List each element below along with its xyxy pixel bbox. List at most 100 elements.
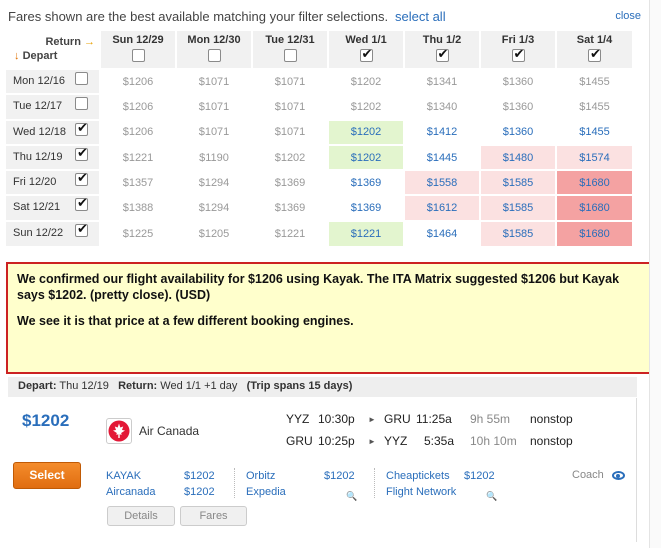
leg-destination: YYZ: [384, 434, 408, 448]
return-date-checkbox[interactable]: [131, 49, 145, 62]
fare-cell[interactable]: $1680: [555, 169, 632, 196]
fare-cell[interactable]: $1202: [327, 93, 404, 120]
fare-cell[interactable]: $1202: [327, 67, 404, 95]
depart-date-checkbox[interactable]: [75, 121, 88, 136]
details-button[interactable]: Details: [107, 506, 175, 526]
fare-cell[interactable]: $1206: [99, 93, 176, 120]
fares-button[interactable]: Fares: [180, 506, 247, 526]
fare-cell[interactable]: $1360: [479, 67, 556, 95]
depart-label: Depart: [22, 50, 58, 62]
fare-cell[interactable]: $1388: [99, 194, 176, 221]
fare-cell[interactable]: $1360: [479, 118, 556, 145]
return-date-column-header: Mon 12/30: [175, 31, 252, 69]
search-icon[interactable]: 🔍: [486, 491, 497, 501]
fare-cell[interactable]: $1680: [555, 194, 632, 221]
provider-cheaptickets-price[interactable]: $1202: [464, 470, 495, 482]
fare-cell[interactable]: $1369: [251, 169, 328, 196]
return-date-label: Fri 1/3: [501, 34, 535, 46]
return-date-label: Wed 1/1: [345, 34, 387, 46]
return-date-checkbox[interactable]: [207, 49, 221, 62]
fare-cell[interactable]: $1558: [403, 169, 480, 196]
return-date-checkbox[interactable]: [511, 47, 525, 62]
return-date-column-header: Sat 1/4: [555, 31, 632, 69]
depart-date-checkbox[interactable]: [75, 146, 88, 161]
fare-cell[interactable]: $1294: [175, 194, 252, 221]
fare-cell[interactable]: $1221: [327, 219, 404, 247]
fare-cell[interactable]: $1202: [327, 143, 404, 171]
return-arrow-icon: →: [84, 36, 95, 48]
return-date-checkbox[interactable]: [588, 47, 601, 62]
close-link[interactable]: close: [615, 10, 641, 22]
provider-kayak[interactable]: KAYAK: [106, 470, 141, 482]
provider-kayak-price[interactable]: $1202: [184, 470, 215, 482]
fare-cell[interactable]: $1455: [555, 118, 632, 145]
select-button[interactable]: Select: [13, 462, 81, 489]
provider-expedia[interactable]: Expedia: [246, 486, 286, 498]
fare-cell[interactable]: $1369: [251, 194, 328, 221]
fare-cell[interactable]: $1202: [251, 143, 328, 171]
provider-orbitz[interactable]: Orbitz: [246, 470, 275, 482]
fare-cell[interactable]: $1071: [251, 118, 328, 145]
provider-aircanada[interactable]: Aircanada: [106, 486, 156, 498]
return-date-label: Thu 1/2: [422, 34, 462, 46]
provider-aircanada-price[interactable]: $1202: [184, 486, 215, 498]
provider-flight-network[interactable]: Flight Network: [386, 486, 456, 498]
depart-date-row-header: Thu 12/19: [6, 143, 100, 171]
fare-cell[interactable]: $1445: [403, 143, 480, 171]
fare-cell[interactable]: $1071: [251, 93, 328, 120]
fare-cell[interactable]: $1071: [251, 67, 328, 95]
matrix-row: Sun 12/22$1225$1205$1221$1221$1464$1585$…: [6, 219, 632, 247]
depart-summary-value: Thu 12/19: [59, 380, 109, 392]
return-date-checkbox[interactable]: [359, 47, 373, 62]
eye-icon[interactable]: [612, 471, 625, 480]
provider-cheaptickets[interactable]: Cheaptickets: [386, 470, 450, 482]
scrollbar[interactable]: [649, 0, 661, 548]
fare-cell[interactable]: $1585: [479, 219, 556, 247]
fare-cell[interactable]: $1225: [99, 219, 176, 247]
fare-cell[interactable]: $1071: [175, 67, 252, 95]
fare-cell[interactable]: $1340: [403, 93, 480, 120]
fare-cell[interactable]: $1464: [403, 219, 480, 247]
return-date-checkbox[interactable]: [435, 47, 449, 62]
fare-cell[interactable]: $1357: [99, 169, 176, 196]
fare-cell[interactable]: $1574: [555, 143, 632, 171]
fare-cell[interactable]: $1190: [175, 143, 252, 171]
fare-cell[interactable]: $1206: [99, 67, 176, 95]
depart-date-checkbox[interactable]: [75, 72, 88, 85]
fare-cell[interactable]: $1612: [403, 194, 480, 221]
fare-cell[interactable]: $1341: [403, 67, 480, 95]
depart-date-label: Sun 12/22: [13, 226, 64, 239]
fare-cell[interactable]: $1412: [403, 118, 480, 145]
depart-date-row-header: Mon 12/16: [6, 67, 100, 95]
fare-cell[interactable]: $1294: [175, 169, 252, 196]
return-date-label: Sun 12/29: [112, 34, 164, 46]
search-icon[interactable]: 🔍: [346, 491, 357, 501]
depart-date-label: Tue 12/17: [13, 100, 63, 113]
fare-cell[interactable]: $1206: [99, 118, 176, 145]
leg-stops: nonstop: [530, 434, 573, 448]
fare-cell[interactable]: $1369: [327, 194, 404, 221]
fare-cell[interactable]: $1360: [479, 93, 556, 120]
depart-date-checkbox[interactable]: [75, 196, 88, 212]
fare-cell[interactable]: $1221: [251, 219, 328, 247]
fare-cell[interactable]: $1585: [479, 194, 556, 221]
fare-cell[interactable]: $1205: [175, 219, 252, 247]
select-all-link[interactable]: select all: [395, 9, 446, 24]
fare-cell[interactable]: $1585: [479, 169, 556, 196]
fare-cell[interactable]: $1455: [555, 67, 632, 95]
return-date-checkbox[interactable]: [283, 49, 297, 62]
fare-cell[interactable]: $1202: [327, 118, 404, 145]
depart-date-checkbox[interactable]: [75, 97, 88, 111]
filter-bar: Fares shown are the best available match…: [0, 0, 661, 32]
return-date-label: Sat 1/4: [576, 34, 613, 46]
fare-cell[interactable]: $1455: [555, 93, 632, 120]
fare-cell[interactable]: $1071: [175, 93, 252, 120]
depart-date-checkbox[interactable]: [75, 222, 88, 237]
fare-cell[interactable]: $1680: [555, 219, 632, 247]
fare-cell[interactable]: $1369: [327, 169, 404, 196]
fare-cell[interactable]: $1071: [175, 118, 252, 145]
fare-cell[interactable]: $1221: [99, 143, 176, 171]
fare-cell[interactable]: $1480: [479, 143, 556, 171]
provider-orbitz-price[interactable]: $1202: [324, 470, 355, 482]
depart-date-checkbox[interactable]: [75, 171, 88, 187]
